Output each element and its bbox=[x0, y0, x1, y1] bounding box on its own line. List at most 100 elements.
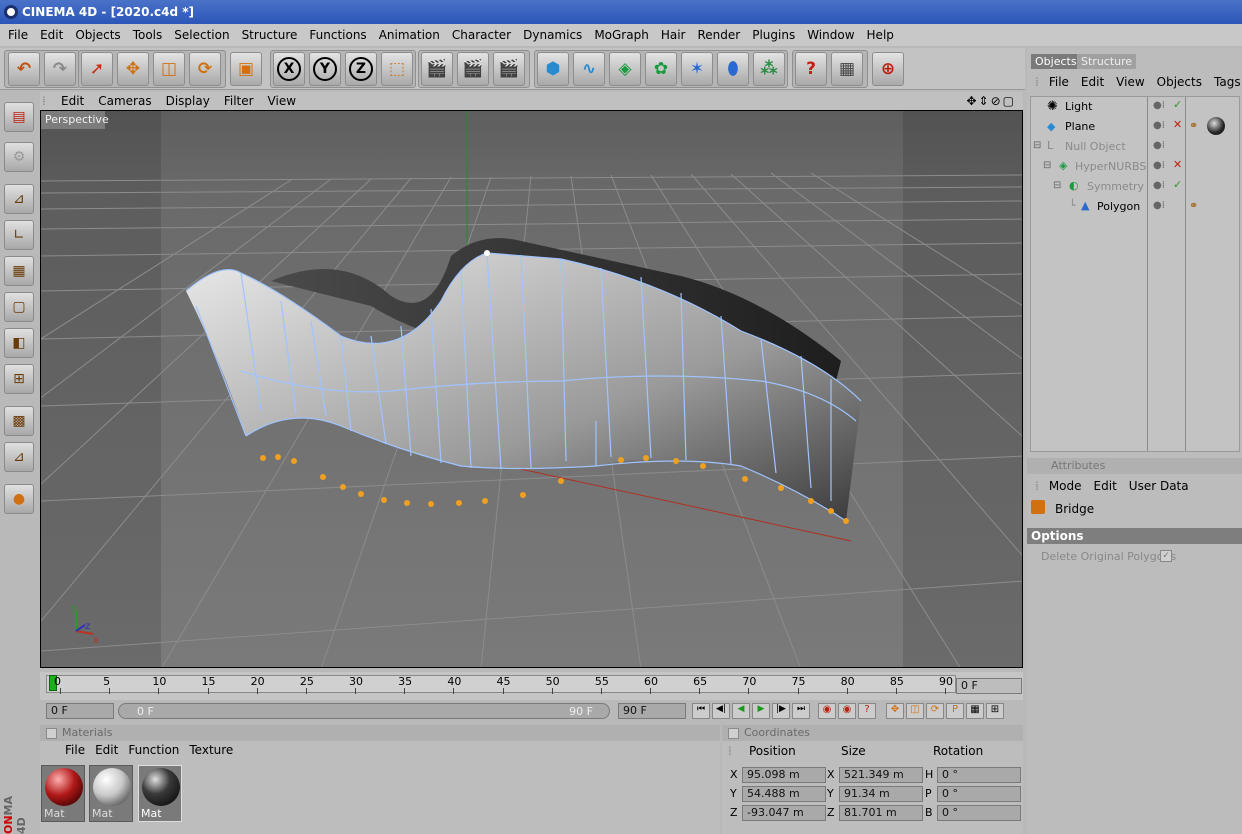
menu-structure[interactable]: Structure bbox=[236, 28, 304, 42]
size-x-field[interactable]: 521.349 m bbox=[839, 767, 923, 783]
menu-file[interactable]: File bbox=[2, 28, 34, 42]
obj-menu-tags[interactable]: Tags bbox=[1214, 75, 1241, 89]
visibility-dots-icon[interactable]: ●⁞ bbox=[1153, 200, 1165, 211]
material-swatch[interactable]: Mat bbox=[89, 765, 133, 822]
workplane-icon[interactable]: ⊿ bbox=[4, 442, 34, 472]
use-model-tool-icon[interactable]: ⚙ bbox=[4, 142, 34, 172]
attr-menu-user-data[interactable]: User Data bbox=[1129, 479, 1189, 493]
obj-menu-view[interactable]: View bbox=[1116, 75, 1144, 89]
spline-icon[interactable]: ∿ bbox=[573, 52, 605, 86]
start-frame-field[interactable]: 0 F bbox=[46, 703, 114, 719]
viewport-nav-icons[interactable]: ✥⇕⊘▢ bbox=[959, 94, 1023, 108]
menu-dynamics[interactable]: Dynamics bbox=[517, 28, 588, 42]
points-mode-icon[interactable]: ▦ bbox=[4, 256, 34, 286]
spreadsheet-icon[interactable]: ▦ bbox=[831, 52, 863, 86]
layout-icon[interactable]: ▤ bbox=[4, 102, 34, 132]
rotation-h-field[interactable]: 0 ° bbox=[937, 767, 1021, 783]
menu-window[interactable]: Window bbox=[801, 28, 860, 42]
perspective-viewport[interactable]: y z x Perspective bbox=[40, 110, 1023, 668]
tab-structure[interactable]: Structure bbox=[1077, 54, 1137, 69]
vp-menu-display[interactable]: Display bbox=[159, 94, 217, 108]
nurbs-icon[interactable]: ◈ bbox=[609, 52, 641, 86]
texture-mode-icon[interactable]: ⊞ bbox=[4, 364, 34, 394]
particles-icon[interactable]: ⁂ bbox=[753, 52, 785, 86]
next-key-icon[interactable]: |▶ bbox=[772, 703, 790, 719]
current-frame-field[interactable]: 0 F bbox=[956, 678, 1022, 694]
play-icon[interactable]: ▶ bbox=[752, 703, 770, 719]
vp-menu-filter[interactable]: Filter bbox=[217, 94, 261, 108]
go-to-start-icon[interactable]: ⏮ bbox=[692, 703, 710, 719]
size-y-field[interactable]: 91.34 m bbox=[839, 786, 923, 802]
collapse-icon[interactable]: ⊟ bbox=[1053, 180, 1061, 191]
visibility-dots-icon[interactable]: ●⁞ bbox=[1153, 120, 1165, 131]
disabled-x-icon[interactable]: ✕ bbox=[1173, 158, 1182, 171]
position-y-field[interactable]: 54.488 m bbox=[742, 786, 826, 802]
deformer-icon[interactable]: ✶ bbox=[681, 52, 713, 86]
menu-plugins[interactable]: Plugins bbox=[746, 28, 801, 42]
mat-menu-file[interactable]: File bbox=[60, 743, 90, 757]
menu-render[interactable]: Render bbox=[691, 28, 746, 42]
end-frame-field[interactable]: 90 F bbox=[618, 703, 686, 719]
rotation-b-field[interactable]: 0 ° bbox=[937, 805, 1021, 821]
key-scale-icon[interactable]: ◫ bbox=[906, 703, 924, 719]
play-backward-icon[interactable]: ◀ bbox=[732, 703, 750, 719]
key-position-icon[interactable]: ✥ bbox=[886, 703, 904, 719]
redo-icon[interactable]: ↷ bbox=[44, 52, 76, 86]
menu-tools[interactable]: Tools bbox=[127, 28, 169, 42]
edges-mode-icon[interactable]: ▢ bbox=[4, 292, 34, 322]
texture-tag-icon[interactable]: ⚭ bbox=[1189, 119, 1198, 132]
key-rotation-icon[interactable]: ⟳ bbox=[926, 703, 944, 719]
object-manager-list[interactable]: ✺ Light ●⁞ ✓ ◆ Plane ●⁞ ✕ ⚭ ⊟ L Null Obj… bbox=[1030, 96, 1240, 452]
prev-key-icon[interactable]: ◀| bbox=[712, 703, 730, 719]
menu-edit[interactable]: Edit bbox=[34, 28, 69, 42]
record-icon[interactable]: ◉ bbox=[818, 703, 836, 719]
go-to-end-icon[interactable]: ⏭ bbox=[792, 703, 810, 719]
menu-help[interactable]: Help bbox=[861, 28, 900, 42]
menu-functions[interactable]: Functions bbox=[303, 28, 372, 42]
obj-menu-file[interactable]: File bbox=[1049, 75, 1069, 89]
object-row-hypernurbs[interactable]: ⊟ ◈ HyperNURBS ●⁞ ✕ bbox=[1031, 157, 1239, 177]
recent-tools-icon[interactable]: ▣ bbox=[230, 52, 262, 86]
object-row-polygon[interactable]: └ ▲ Polygon ●⁞ ⚭ bbox=[1031, 197, 1239, 217]
render-view-icon[interactable]: 🎬 bbox=[421, 52, 453, 86]
checker-icon[interactable]: ▩ bbox=[4, 406, 34, 436]
collapse-icon[interactable]: ⊟ bbox=[1043, 160, 1051, 171]
render-region-icon[interactable]: 🎬 bbox=[457, 52, 489, 86]
object-row-symmetry[interactable]: ⊟ ◐ Symmetry ●⁞ ✓ bbox=[1031, 177, 1239, 197]
scene-icon[interactable]: ⬮ bbox=[717, 52, 749, 86]
position-z-field[interactable]: -93.047 m bbox=[742, 805, 826, 821]
object-mode-icon[interactable]: ∟ bbox=[4, 220, 34, 250]
vp-menu-edit[interactable]: Edit bbox=[54, 94, 91, 108]
attr-menu-edit[interactable]: Edit bbox=[1094, 479, 1117, 493]
material-tag-icon[interactable] bbox=[1207, 117, 1225, 135]
help-icon[interactable]: ? bbox=[795, 52, 827, 86]
object-axis-icon[interactable]: ⊿ bbox=[4, 184, 34, 214]
menu-animation[interactable]: Animation bbox=[373, 28, 446, 42]
key-parameter-icon[interactable]: P bbox=[946, 703, 964, 719]
disabled-x-icon[interactable]: ✕ bbox=[1173, 118, 1182, 131]
undo-icon[interactable]: ↶ bbox=[8, 52, 40, 86]
x-axis-lock-button[interactable]: X bbox=[273, 52, 305, 86]
range-slider[interactable]: 0 F 90 F bbox=[118, 703, 610, 719]
visibility-dots-icon[interactable]: ●⁞ bbox=[1153, 140, 1165, 151]
vp-menu-cameras[interactable]: Cameras bbox=[91, 94, 158, 108]
timeline-ruler[interactable]: 0 5 10 15 20 25 30 35 40 45 50 55 60 65 70 75 80 85 90 0 F bbox=[40, 672, 1023, 700]
visibility-dots-icon[interactable]: ●⁞ bbox=[1153, 160, 1165, 171]
menu-mograph[interactable]: MoGraph bbox=[588, 28, 655, 42]
obj-menu-objects[interactable]: Objects bbox=[1157, 75, 1202, 89]
material-swatch[interactable]: Mat bbox=[41, 765, 85, 822]
menu-selection[interactable]: Selection bbox=[168, 28, 235, 42]
object-row-light[interactable]: ✺ Light ●⁞ ✓ bbox=[1031, 97, 1239, 117]
mat-menu-edit[interactable]: Edit bbox=[90, 743, 123, 757]
keyframe-selection-icon[interactable]: ? bbox=[858, 703, 876, 719]
select-arrow-icon[interactable]: ➚ bbox=[81, 52, 113, 86]
delete-original-checkbox[interactable]: ✓ bbox=[1160, 550, 1172, 562]
tab-objects[interactable]: Objects bbox=[1031, 54, 1081, 69]
mat-menu-texture[interactable]: Texture bbox=[184, 743, 238, 757]
mat-menu-function[interactable]: Function bbox=[123, 743, 184, 757]
menu-character[interactable]: Character bbox=[446, 28, 517, 42]
modeling-icon[interactable]: ✿ bbox=[645, 52, 677, 86]
move-icon[interactable]: ✥ bbox=[117, 52, 149, 86]
size-z-field[interactable]: 81.701 m bbox=[839, 805, 923, 821]
rotate-icon[interactable]: ⟳ bbox=[189, 52, 221, 86]
